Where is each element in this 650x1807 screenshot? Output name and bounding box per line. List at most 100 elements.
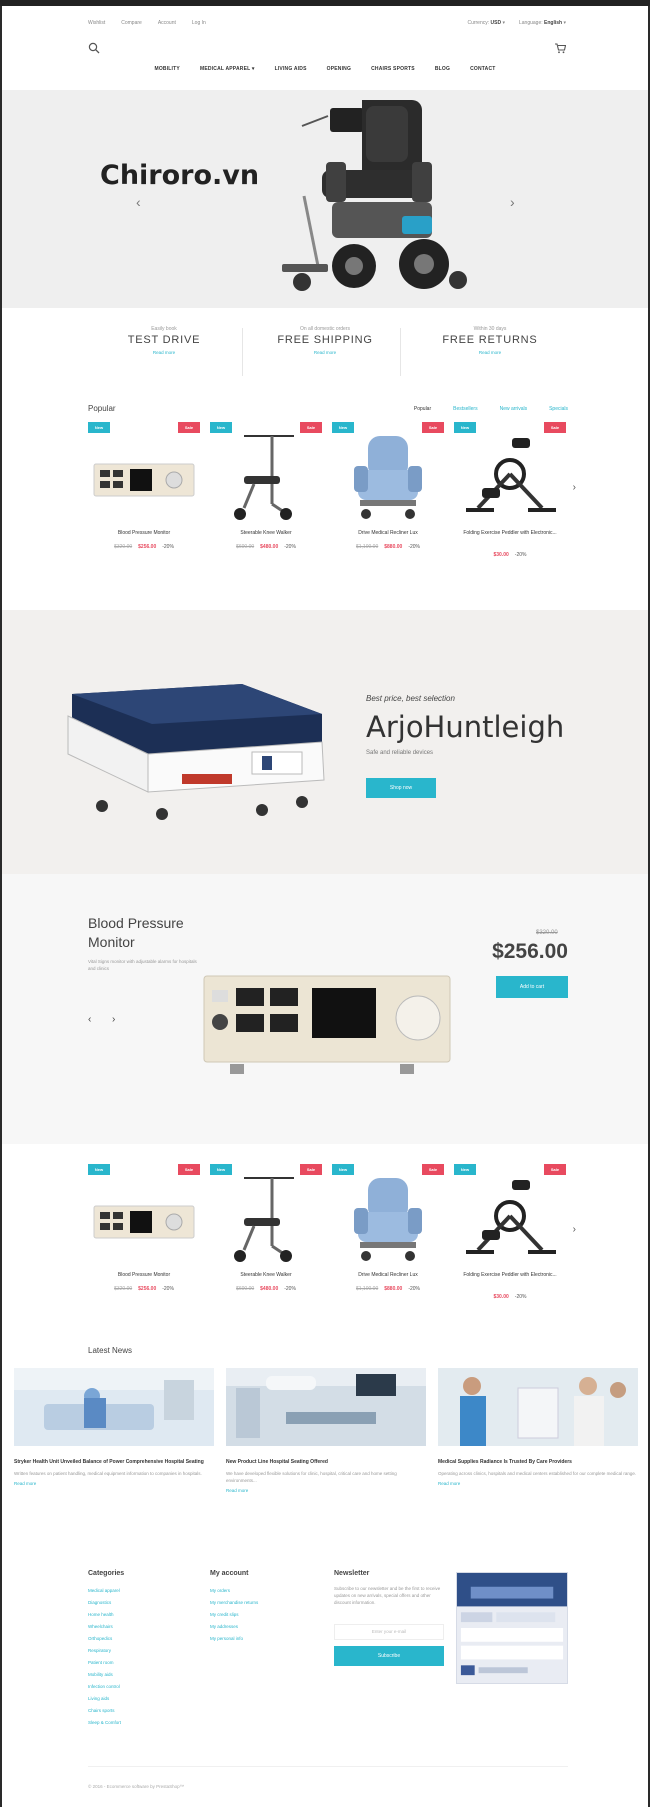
news-description: Operating across clinics, hospitals and … [438, 1471, 637, 1476]
discount: -20% [284, 1286, 296, 1292]
current-price: $480.00 [260, 544, 279, 550]
carousel-next-arrow[interactable]: › [573, 1224, 576, 1235]
footer-account-link[interactable]: My merchandise returns [210, 1597, 258, 1609]
discount: -20% [408, 544, 420, 550]
shop-now-button[interactable]: Shop now [366, 778, 436, 798]
tab-new-arrivals[interactable]: New arrivals [500, 406, 528, 412]
new-badge: New [332, 1164, 354, 1175]
cart-icon[interactable] [554, 42, 566, 54]
footer-account-link[interactable]: My orders [210, 1585, 258, 1597]
popular-products-header: Popular Popular Bestsellers New arrivals… [88, 404, 568, 418]
footer-category-link[interactable]: Sleep & Comfort [88, 1717, 124, 1729]
product-name[interactable]: Steerable Knee Walker [210, 1272, 322, 1279]
nav-item-chairs-sports[interactable]: CHAIRS SPORTS [371, 66, 415, 72]
nav-item-living-aids[interactable]: LIVING AIDS [275, 66, 307, 72]
language-label: Language: [519, 20, 543, 26]
product-name[interactable]: Drive Medical Recliner Lux [332, 530, 444, 537]
nav-item-mobility[interactable]: MOBILITY [154, 66, 180, 72]
product-card[interactable]: New Sale Drive Medical Recliner Lux $1,1… [332, 422, 444, 572]
product-card[interactable]: New Sale Steerable Knee Walker $600.00 $4… [210, 1164, 322, 1314]
language-selector[interactable]: Language: English ▾ [519, 20, 566, 26]
news-description: We have developed flexible solutions for… [226, 1471, 397, 1483]
sale-badge: Sale [422, 422, 444, 433]
product-name[interactable]: Blood Pressure Monitor [88, 1272, 200, 1279]
news-read-more-link[interactable]: Read more [226, 1488, 426, 1493]
product-card[interactable]: New Sale Drive Medical Recliner Lux $1,1… [332, 1164, 444, 1314]
footer-category-link[interactable]: Living aids [88, 1693, 124, 1705]
footer-category-link[interactable]: Wheelchairs [88, 1621, 124, 1633]
carousel-next-arrow[interactable]: › [573, 482, 576, 493]
nav-item-blog[interactable]: BLOG [435, 66, 450, 72]
footer-category-link[interactable]: Orthopedics [88, 1633, 124, 1645]
footer-category-link[interactable]: Infection control [88, 1681, 124, 1693]
product-card[interactable]: New Sale Steerable Knee Walker $600.00 $4… [210, 422, 322, 572]
feature-subtitle: Within 30 days [473, 326, 507, 332]
newsletter-subscribe-button[interactable]: Subscribe [334, 1646, 444, 1666]
nav-item-medical-apparel[interactable]: MEDICAL APPAREL ▾ [200, 66, 255, 72]
language-value: English [544, 20, 563, 26]
search-icon[interactable] [88, 42, 100, 54]
newsletter-email-input[interactable]: Enter your e-mail [334, 1624, 444, 1640]
top-link-compare[interactable]: Compare [121, 20, 142, 26]
footer-account-link[interactable]: My personal info [210, 1633, 258, 1645]
featured-next-arrow[interactable]: › [112, 1014, 115, 1025]
discount: -20% [284, 544, 296, 550]
hero-next-arrow[interactable]: › [510, 194, 515, 210]
news-read-more-link[interactable]: Read more [14, 1481, 214, 1486]
product-card[interactable]: New Sale Folding Exercise Peddler with E… [454, 1164, 566, 1314]
footer-account-link[interactable]: My addresses [210, 1621, 258, 1633]
news-title[interactable]: Medical Supplies Radiance Is Trusted By … [438, 1459, 638, 1466]
footer-category-link[interactable]: Mobility aids [88, 1669, 124, 1681]
news-read-more-link[interactable]: Read more [438, 1481, 638, 1486]
product-price: $600.00 $480.00 -20% [210, 544, 322, 550]
currency-selector[interactable]: Currency: USD ▾ [467, 20, 505, 26]
feature-read-more-link[interactable]: Read more [255, 350, 395, 355]
footer-category-link[interactable]: Patient room [88, 1657, 124, 1669]
footer-account-link[interactable]: My credit slips [210, 1609, 258, 1621]
nav-item-opening[interactable]: OPENING [327, 66, 351, 72]
tab-bestsellers[interactable]: Bestsellers [453, 406, 477, 412]
featured-prev-arrow[interactable]: ‹ [88, 1014, 91, 1025]
featured-product-name[interactable]: Blood Pressure Monitor [88, 914, 208, 952]
discount: -20% [162, 544, 174, 550]
banner-tagline: Best price, best selection [366, 694, 455, 703]
news-title[interactable]: Stryker Health Unit Unveiled Balance of … [14, 1459, 214, 1466]
footer-category-link[interactable]: Respiratory [88, 1645, 124, 1657]
product-price: $30.00 -20% [454, 552, 566, 558]
news-title[interactable]: New Product Line Hospital Seating Offere… [226, 1459, 426, 1466]
feature-read-more-link[interactable]: Read more [420, 350, 560, 355]
social-widget[interactable] [456, 1572, 568, 1684]
product-name[interactable]: Drive Medical Recliner Lux [332, 1272, 444, 1279]
product-name[interactable]: Folding Exercise Peddler with Electronic… [454, 530, 566, 537]
hero-prev-arrow[interactable]: ‹ [136, 194, 141, 210]
top-link-account[interactable]: Account [158, 20, 176, 26]
newsletter-text: Subscribe to our newsletter and be the f… [334, 1586, 441, 1605]
footer-category-link[interactable]: Diagnostics [88, 1597, 124, 1609]
product-name[interactable]: Steerable Knee Walker [210, 530, 322, 537]
product-card[interactable]: New Sale Blood Pressure Monitor $320.00 $… [88, 422, 200, 572]
brand-banner: Best price, best selection ArjoHuntleigh… [2, 610, 648, 874]
add-to-cart-button[interactable]: Add to cart [496, 976, 568, 998]
new-badge: New [210, 1164, 232, 1175]
feature-divider [400, 328, 401, 376]
top-link-wishlist[interactable]: Wishlist [88, 20, 105, 26]
footer-category-link[interactable]: Home health [88, 1609, 124, 1621]
product-card[interactable]: New Sale Folding Exercise Peddler with E… [454, 422, 566, 572]
product-name[interactable]: Blood Pressure Monitor [88, 530, 200, 537]
hospital-ward-photo[interactable] [14, 1368, 214, 1446]
top-link-login[interactable]: Log In [192, 20, 206, 26]
current-price: $256.00 [138, 544, 157, 550]
operating-room-photo[interactable] [226, 1368, 426, 1446]
medical-staff-photo[interactable] [438, 1368, 638, 1446]
product-card[interactable]: New Sale Blood Pressure Monitor $320.00 $… [88, 1164, 200, 1314]
tab-popular[interactable]: Popular [414, 406, 431, 412]
current-price: $30.00 [493, 1294, 509, 1300]
power-wheelchair-image [282, 100, 467, 291]
footer-category-link[interactable]: Medical apparel [88, 1585, 124, 1597]
footer-category-link[interactable]: Chairs sports [88, 1705, 124, 1717]
product-name[interactable]: Folding Exercise Peddler with Electronic… [454, 1272, 566, 1279]
product-price: $600.00 $480.00 -20% [210, 1286, 322, 1292]
nav-item-contact[interactable]: CONTACT [470, 66, 495, 72]
tab-specials[interactable]: Specials [549, 406, 568, 412]
feature-read-more-link[interactable]: Read more [94, 350, 234, 355]
